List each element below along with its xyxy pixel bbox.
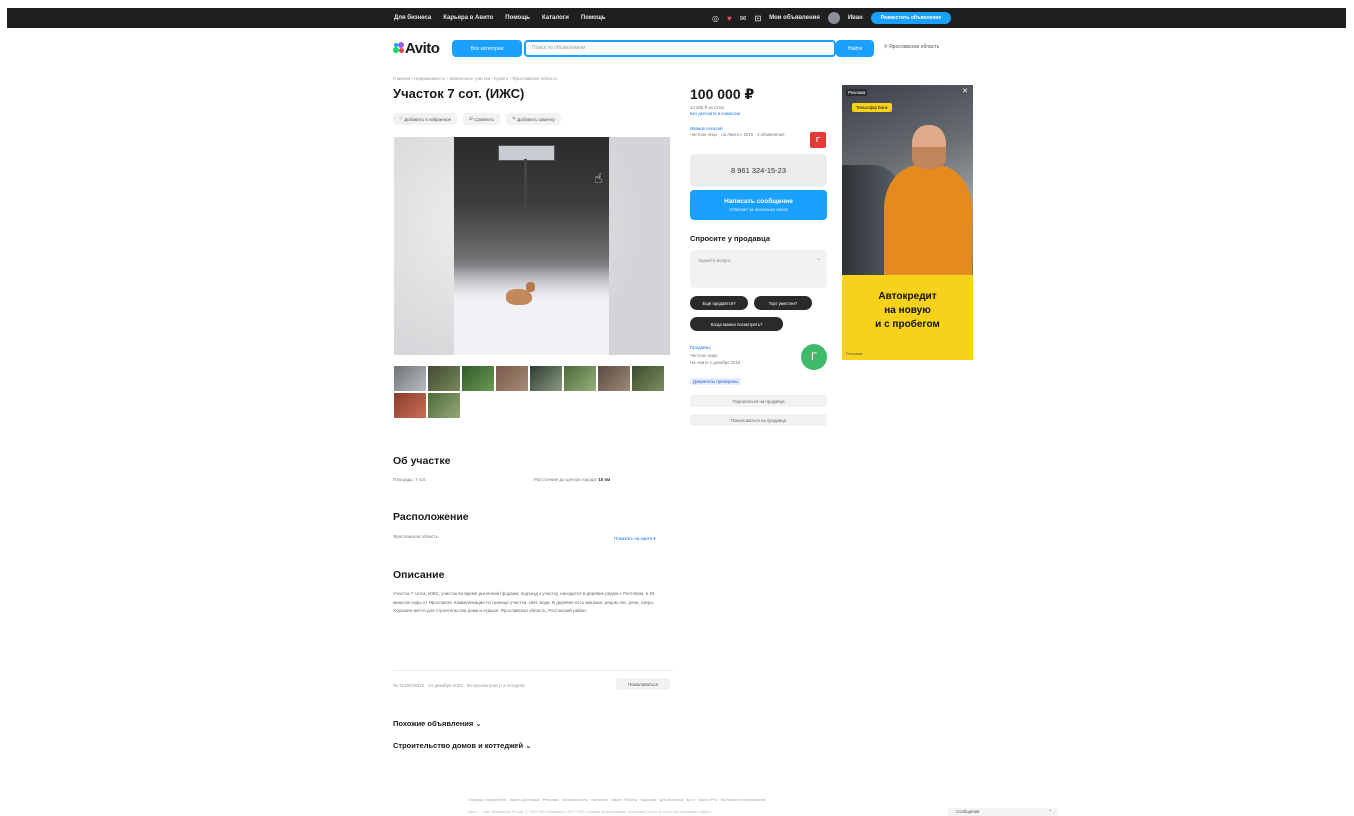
phone-button[interactable]: 8 961 324-15-23 — [690, 154, 827, 186]
chip-bargain[interactable]: Торг уместен? — [754, 296, 812, 310]
distance-field: Расстояние до центра города: 15 км — [534, 477, 610, 482]
photo-thumbnail[interactable] — [394, 366, 426, 391]
description-heading: Описание — [393, 569, 445, 581]
footer-legal: Авито — сайт объявлений России. © ООО «К… — [468, 810, 713, 814]
top-navigation-bar: Для бизнеса Карьера в Авито Помощь Катал… — [7, 8, 1346, 28]
chip-still-selling[interactable]: Ещё продаётся? — [690, 296, 748, 310]
advertisement-banner[interactable]: Реклама ✕ Тинькофф Банк Автокредит на но… — [842, 85, 973, 360]
page-title: Участок 7 сот. (ИЖС) — [393, 86, 525, 101]
nav-link-business[interactable]: Для бизнеса — [394, 15, 431, 21]
ad-brand-tag: Тинькофф Банк — [852, 103, 892, 112]
photo-thumbnail[interactable] — [428, 366, 460, 391]
avito-logo-text: Avito — [405, 40, 440, 57]
avito-logo[interactable]: Avito — [393, 40, 440, 57]
breadcrumb[interactable]: Главная › Недвижимость › Земельные участ… — [393, 76, 557, 81]
top-nav-links: Для бизнеса Карьера в Авито Помощь Катал… — [394, 8, 606, 28]
seller-rating-badge: Г — [810, 132, 826, 148]
search-button[interactable]: Найти — [836, 40, 874, 57]
distance-value: 15 км — [598, 477, 611, 482]
ad-photo — [842, 85, 973, 275]
photo-snowy-field-with-dog — [454, 137, 609, 355]
ask-seller-input[interactable]: Задайте вопрос ⌄ — [690, 250, 827, 288]
nav-link-catalogs[interactable]: Каталоги — [542, 15, 569, 21]
chevron-down-icon: ⌄ — [525, 741, 532, 750]
listing-meta: № 3145678912 · 14 декабря 2023 · 56 прос… — [393, 683, 525, 688]
seller-info: Частное лицо На Авито с декабря 2016 — [690, 353, 741, 365]
complain-button[interactable]: Пожаловаться — [616, 678, 670, 690]
price-notes: 14 286 ₽ за сотку Без депозита и комисси… — [690, 105, 740, 117]
photo-thumbnails — [394, 366, 672, 418]
compare-button[interactable]: ⇄ Сравнить — [463, 113, 501, 125]
no-deposit-note[interactable]: Без депозита и комиссии — [690, 111, 740, 117]
avito-logo-icon — [393, 42, 405, 54]
location-selector[interactable]: ⚲ Ярославская область — [884, 44, 939, 50]
divider — [393, 670, 673, 671]
seller-note: Частное лицо · на Авито с 2016 · 2 объяв… — [690, 132, 785, 137]
seller-link[interactable]: Продавец — [690, 345, 711, 350]
photo-thumbnail[interactable] — [394, 393, 426, 418]
main-photo[interactable] — [394, 137, 670, 355]
photo-thumbnail[interactable] — [496, 366, 528, 391]
man-in-orange-coat — [884, 125, 972, 275]
ask-seller-heading: Спросите у продавца — [690, 234, 770, 243]
photo-thumbnail[interactable] — [428, 393, 460, 418]
user-name[interactable]: Иван — [848, 15, 863, 21]
subscribe-seller-button[interactable]: Подписаться на продавца — [690, 395, 827, 407]
similar-ads-link[interactable]: Похожие объявления ⌄ — [393, 719, 482, 728]
show-on-map-link[interactable]: Показать на карте ▾ — [614, 536, 656, 542]
mouse-pointer-icon: ☝ — [594, 170, 603, 186]
seller-avatar[interactable]: Г — [801, 344, 827, 370]
photo-thumbnail[interactable] — [632, 366, 664, 391]
chevron-up-icon: ⌃ — [1048, 809, 1052, 814]
favorites-heart-icon[interactable]: ♥ — [727, 14, 732, 23]
chip-when-view[interactable]: Когда можно посмотреть? — [690, 317, 783, 331]
add-note-button[interactable]: ✎ Добавить заметку — [506, 113, 561, 125]
about-heading: Об участке — [393, 455, 451, 467]
ad-label: Реклама — [846, 89, 868, 96]
price: 100 000 ₽ — [690, 86, 755, 102]
dog — [506, 282, 535, 305]
post-ad-button[interactable]: Разместить объявление — [870, 12, 952, 24]
description-text: Участок 7 соток, ИЖС, участок во время р… — [393, 591, 655, 614]
search-input[interactable]: Поиск по объявлениям — [524, 40, 836, 57]
my-ads-link[interactable]: Мои объявления — [769, 15, 820, 21]
area-label: Площадь: 7 сот. — [393, 477, 427, 482]
all-categories-button[interactable]: Все категории — [452, 40, 522, 57]
location-region: Ярославская область — [393, 534, 439, 539]
location-heading: Расположение — [393, 511, 469, 523]
bell-icon[interactable]: ◎ — [712, 14, 719, 23]
documents-verified-badge: Документы проверены — [690, 378, 742, 385]
write-message-button[interactable]: Написать сообщение Отвечает за несколько… — [690, 190, 827, 220]
listing-actions: ♡ Добавить в избранное ⇄ Сравнить ✎ Доба… — [393, 113, 561, 125]
top-user-area: ◎ ♥ ✉ ⊡ Мои объявления Иван Разместить о… — [712, 8, 952, 28]
report-seller-button[interactable]: Пожаловаться на продавца — [690, 414, 827, 426]
photo-thumbnail[interactable] — [598, 366, 630, 391]
add-to-favorites-button[interactable]: ♡ Добавить в избранное — [393, 113, 458, 125]
chevron-down-icon: ⌄ — [475, 719, 482, 728]
user-avatar[interactable] — [827, 12, 840, 24]
ad-bottom-label: Реклама — [846, 351, 863, 356]
footer-links[interactable]: Помощь покупателю · Авито Доставка · Рек… — [468, 797, 766, 802]
nav-link-career[interactable]: Карьера в Авито — [443, 15, 493, 21]
nav-link-help-2[interactable]: Помощь — [581, 15, 606, 21]
photo-thumbnail[interactable] — [530, 366, 562, 391]
close-icon[interactable]: ✕ — [962, 87, 968, 95]
cart-icon[interactable]: ⊡ — [754, 14, 761, 23]
seller-summary: Иванов Алексей Частное лицо · на Авито с… — [690, 126, 802, 138]
chevron-down-icon: ⌄ — [815, 256, 821, 262]
chat-widget[interactable]: Сообщения ⌃ — [948, 808, 1058, 816]
construction-link[interactable]: Строительство домов и коттеджей ⌄ — [393, 741, 531, 750]
messages-icon[interactable]: ✉ — [740, 14, 747, 23]
nav-link-help[interactable]: Помощь — [505, 15, 530, 21]
photo-thumbnail[interactable] — [462, 366, 494, 391]
ad-headline: Автокредит на новую и с пробегом — [875, 291, 940, 330]
photo-thumbnail[interactable] — [564, 366, 596, 391]
distance-label: Расстояние до центра города: — [534, 477, 598, 482]
